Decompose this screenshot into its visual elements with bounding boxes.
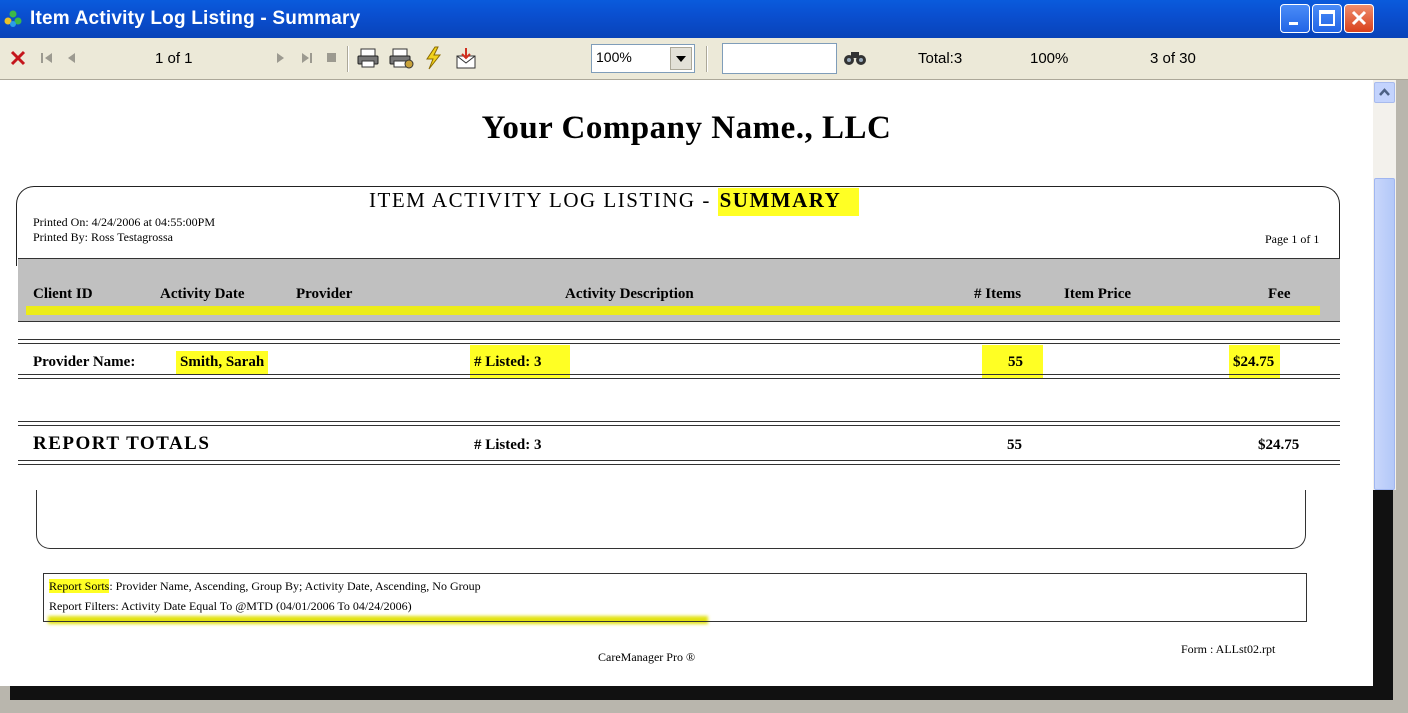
- printed-by: Printed By: Ross Testagrossa: [33, 230, 173, 244]
- group-provider-name: Smith, Sarah: [176, 351, 269, 374]
- page-number: Page 1 of 1: [1265, 232, 1320, 246]
- export-icon[interactable]: [454, 46, 478, 70]
- chevron-up-icon: [1379, 88, 1390, 96]
- col-activity-description: Activity Description: [565, 286, 694, 302]
- find-icon[interactable]: [843, 48, 867, 68]
- search-input[interactable]: [722, 43, 837, 74]
- zoom-value: 100%: [596, 49, 632, 65]
- scroll-thumb[interactable]: [1374, 178, 1395, 490]
- footer-product: CareManager Pro ®: [598, 650, 696, 664]
- minimize-button[interactable]: [1280, 4, 1310, 33]
- zoom-select[interactable]: 100%: [591, 44, 695, 73]
- report-lower-section: Report Sorts: Provider Name, Ascending, …: [0, 490, 1373, 686]
- page-indicator: 1 of 1: [155, 50, 193, 67]
- total-count: Total:3: [918, 50, 963, 67]
- highlight-line: [26, 306, 1320, 315]
- divider: [18, 339, 1340, 344]
- window-title: Item Activity Log Listing - Summary: [30, 8, 361, 29]
- report-notes-box: Report Sorts: Provider Name, Ascending, …: [43, 573, 1307, 622]
- print-setup-icon[interactable]: [388, 47, 414, 69]
- next-page-icon[interactable]: [275, 51, 287, 65]
- totals-listed: # Listed: 3: [474, 437, 542, 453]
- app-icon: [4, 10, 22, 27]
- report-sorts: Report Sorts: Provider Name, Ascending, …: [49, 579, 481, 594]
- totals-fee: $24.75: [1258, 437, 1300, 453]
- maximize-button[interactable]: [1312, 4, 1342, 33]
- close-icon: [1351, 10, 1367, 26]
- stop-icon[interactable]: [326, 52, 338, 64]
- report-totals-label: REPORT TOTALS: [33, 433, 211, 454]
- col-activity-date: Activity Date: [160, 286, 245, 302]
- page-shadow: [10, 686, 1393, 700]
- col-item-price: Item Price: [1064, 286, 1132, 302]
- col-fee: Fee: [1268, 286, 1291, 302]
- report-filters: Report Filters: Activity Date Equal To @…: [49, 599, 412, 613]
- report-title-highlight: SUMMARY: [717, 188, 860, 216]
- close-icon[interactable]: [10, 50, 26, 66]
- scroll-up-button[interactable]: [1374, 82, 1395, 103]
- col-provider: Provider: [296, 286, 353, 302]
- group-label: Provider Name:: [33, 354, 136, 370]
- report-frame-bottom: [36, 490, 1306, 549]
- record-count: 3 of 30: [1150, 50, 1196, 67]
- report-title-main: ITEM ACTIVITY LOG LISTING -: [369, 188, 718, 212]
- page-shadow: [1373, 490, 1393, 700]
- report-sorts-label: Report Sorts: [49, 579, 110, 593]
- vertical-scrollbar[interactable]: [1373, 80, 1396, 490]
- last-page-icon[interactable]: [300, 51, 314, 65]
- window-titlebar[interactable]: Item Activity Log Listing - Summary: [0, 0, 1408, 38]
- company-name: Your Company Name., LLC: [481, 110, 892, 146]
- printed-on: Printed On: 4/24/2006 at 04:55:00PM: [33, 215, 216, 229]
- zoom-dropdown-button[interactable]: [670, 47, 692, 70]
- toolbar-separator: [706, 46, 708, 72]
- print-icon[interactable]: [356, 47, 380, 69]
- maximize-icon: [1319, 10, 1335, 26]
- divider: [18, 460, 1340, 465]
- report-title: ITEM ACTIVITY LOG LISTING - SUMMARY: [369, 188, 860, 216]
- col-client-id: Client ID: [33, 286, 93, 302]
- report-sorts-text: : Provider Name, Ascending, Group By; Ac…: [109, 579, 481, 593]
- totals-items: 55: [1007, 437, 1022, 453]
- divider: [18, 421, 1340, 426]
- footer-form: Form : ALLst02.rpt: [1181, 642, 1276, 656]
- divider: [18, 374, 1340, 379]
- refresh-icon[interactable]: [422, 46, 444, 70]
- minimize-icon: [1289, 22, 1298, 25]
- prev-page-icon[interactable]: [65, 51, 77, 65]
- chevron-down-icon: [676, 56, 686, 62]
- zoom-percent: 100%: [1030, 50, 1069, 67]
- toolbar-separator: [347, 46, 349, 72]
- first-page-icon[interactable]: [40, 51, 54, 65]
- close-window-button[interactable]: [1344, 4, 1374, 33]
- viewer-toolbar: 1 of 1 100% Total:3 100% 3 of 30: [0, 38, 1408, 80]
- col-items: # Items: [974, 286, 1022, 302]
